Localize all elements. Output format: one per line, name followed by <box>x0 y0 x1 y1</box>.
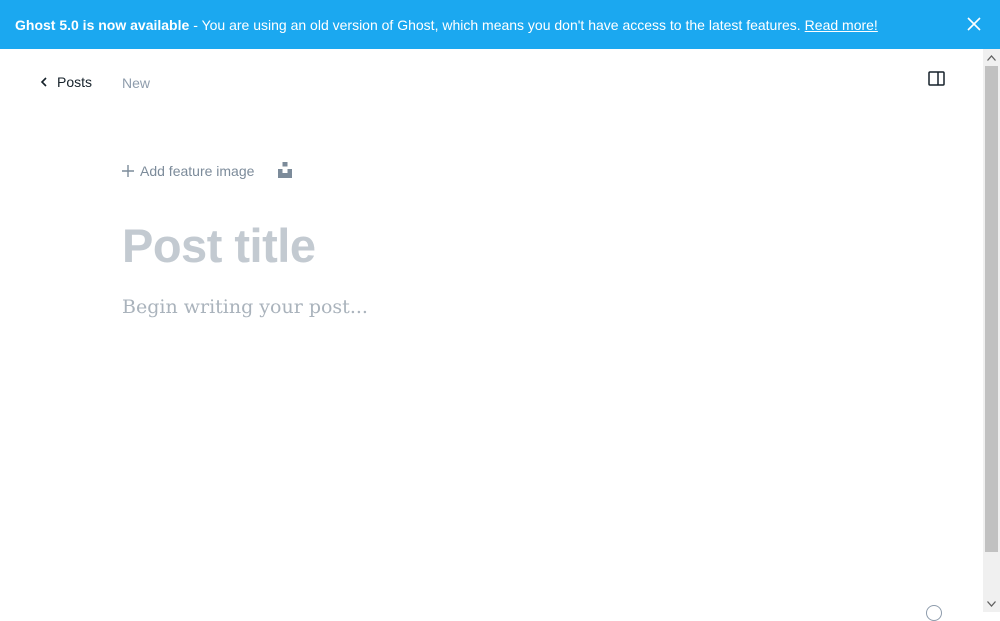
vertical-scrollbar[interactable] <box>983 49 1000 612</box>
post-status: New <box>122 75 151 91</box>
update-banner: Ghost 5.0 is now available - You are usi… <box>0 0 1000 49</box>
scroll-up-arrow[interactable] <box>983 49 1000 66</box>
banner-message: - You are using an old version of Ghost,… <box>193 16 801 33</box>
unsplash-icon <box>278 162 292 178</box>
sidebar-toggle-icon <box>928 71 945 86</box>
close-icon <box>967 17 981 31</box>
plus-icon <box>122 165 134 177</box>
settings-menu-toggle[interactable] <box>928 71 946 87</box>
scroll-down-arrow[interactable] <box>983 595 1000 612</box>
add-feature-image-label: Add feature image <box>140 163 255 179</box>
add-feature-image-button[interactable]: Add feature image <box>122 163 254 179</box>
back-to-posts-link[interactable]: Posts <box>40 74 92 90</box>
banner-title: Ghost 5.0 is now available <box>15 16 190 33</box>
word-count <box>850 610 876 617</box>
bottom-controls <box>850 605 942 621</box>
post-body-editor[interactable]: Begin writing your post... <box>122 296 368 318</box>
back-link-label: Posts <box>57 74 93 90</box>
post-title-input[interactable]: Post title <box>122 218 316 273</box>
banner-read-more-link[interactable]: Read more! <box>805 17 878 33</box>
banner-close-button[interactable] <box>966 16 982 32</box>
help-circle-icon[interactable] <box>926 605 942 621</box>
chevron-left-icon <box>40 77 47 87</box>
unsplash-button[interactable] <box>278 162 292 178</box>
scrollbar-thumb[interactable] <box>985 66 998 552</box>
